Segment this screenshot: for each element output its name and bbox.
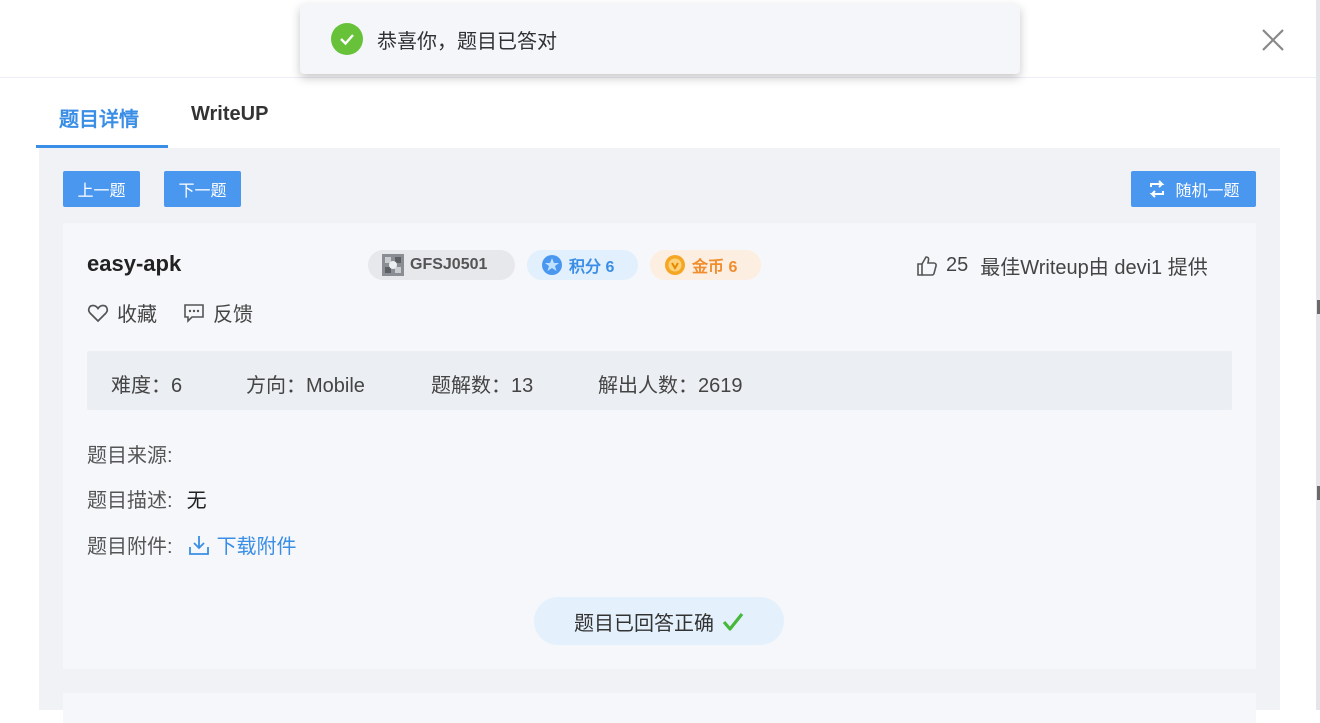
coin-icon — [665, 255, 685, 275]
challenge-title: easy-apk — [87, 251, 182, 276]
stat-solvers: 解出人数：2619 — [598, 375, 743, 397]
feedback-icon — [184, 303, 204, 323]
answered-status: 题目已回答正确 — [534, 597, 784, 645]
stat-direction: 方向：Mobile — [246, 375, 365, 397]
next-button[interactable]: 下一题 — [164, 171, 241, 207]
star-medal-icon — [542, 255, 562, 275]
id-badge: GFSJ0501 — [368, 250, 515, 280]
prev-button[interactable]: 上一题 — [63, 171, 140, 207]
coins-badge: 金币 6 — [650, 250, 761, 280]
tabs-bar: 题目详情 WriteUP — [36, 87, 1280, 149]
likes-count: 25 — [946, 254, 969, 276]
favorite-label: 收藏 — [117, 304, 157, 326]
points-badge: 积分 6 — [527, 250, 638, 280]
check-circle-icon — [331, 23, 363, 55]
random-button[interactable]: 随机一题 — [1131, 171, 1256, 207]
shuffle-icon — [1150, 180, 1165, 198]
attachment-row: 题目附件: 下载附件 — [87, 530, 297, 559]
attachment-label: 题目附件: — [87, 536, 173, 558]
coins-badge-label: 金币 6 — [692, 259, 738, 276]
description-value: 无 — [186, 490, 207, 512]
random-button-label: 随机一题 — [1175, 183, 1240, 200]
likes-area: 25 最佳Writeup由 devi1 提供 — [916, 251, 1208, 280]
challenge-actions: 收藏 反馈 — [87, 298, 253, 327]
toast-message: 恭喜你，题目已答对 — [377, 30, 557, 53]
favorite-button[interactable]: 收藏 — [87, 298, 157, 327]
description-label: 题目描述: — [87, 490, 173, 512]
description-row: 题目描述: 无 — [87, 484, 207, 513]
tab-details[interactable]: 题目详情 — [59, 103, 139, 132]
stats-bar: 难度：6 方向：Mobile 题解数：13 解出人数：2619 — [87, 351, 1232, 410]
close-button[interactable] — [1258, 25, 1288, 55]
avatar-icon — [382, 254, 404, 276]
close-icon — [1262, 29, 1284, 51]
download-label: 下载附件 — [216, 536, 297, 558]
download-attachment-link[interactable]: 下载附件 — [187, 530, 297, 559]
next-section-card — [63, 693, 1256, 723]
feedback-button[interactable]: 反馈 — [183, 298, 253, 327]
source-label: 题目来源: — [87, 445, 173, 467]
check-icon — [722, 613, 744, 631]
success-toast: 恭喜你，题目已答对 — [300, 4, 1020, 74]
stat-difficulty: 难度：6 — [111, 375, 183, 397]
download-icon — [188, 535, 209, 555]
heart-icon — [87, 304, 109, 322]
points-badge-label: 积分 6 — [569, 259, 615, 276]
best-writeup-credit: 最佳Writeup由 devi1 提供 — [980, 257, 1208, 279]
challenge-panel: 上一题 下一题 随机一题 easy-apk GFSJ0501 积分 6 金币 6… — [39, 148, 1280, 723]
challenge-card: easy-apk GFSJ0501 积分 6 金币 6 25 最佳Writeup… — [63, 223, 1256, 669]
feedback-label: 反馈 — [213, 304, 253, 326]
id-badge-label: GFSJ0501 — [410, 256, 488, 273]
answered-label: 题目已回答正确 — [574, 612, 714, 635]
stat-writeups: 题解数：13 — [431, 375, 534, 397]
thumbs-up-icon[interactable] — [916, 255, 938, 277]
tab-writeup[interactable]: WriteUP — [191, 103, 268, 126]
source-row: 题目来源: — [87, 439, 173, 468]
page-scrollbar[interactable] — [1316, 0, 1320, 710]
